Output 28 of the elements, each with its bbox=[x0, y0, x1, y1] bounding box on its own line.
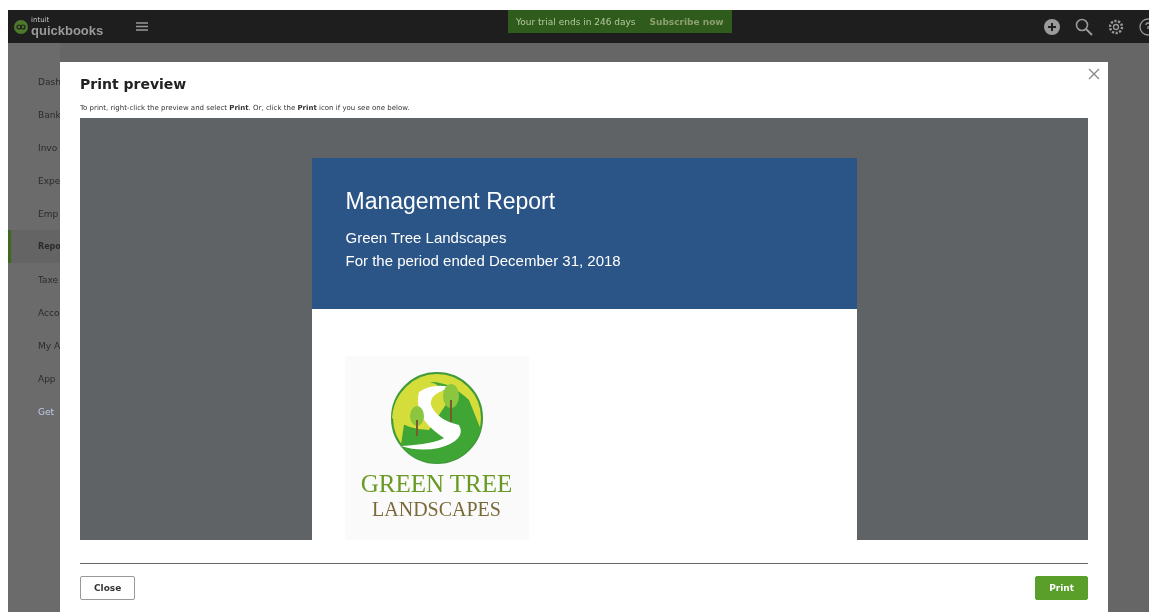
tree-landscape-icon bbox=[388, 370, 485, 466]
sidebar-item[interactable]: Dash bbox=[8, 65, 60, 98]
logo-text: GREEN TREE bbox=[360, 470, 513, 498]
logo-icon bbox=[14, 19, 28, 34]
sidebar-item[interactable]: Emp bbox=[8, 197, 60, 230]
sidebar-item[interactable]: Taxe bbox=[8, 263, 60, 296]
settings-icon[interactable] bbox=[1107, 17, 1125, 36]
sidebar-item[interactable]: Bank bbox=[8, 98, 60, 131]
menu-icon[interactable] bbox=[136, 22, 148, 31]
search-icon[interactable] bbox=[1075, 17, 1093, 36]
dialog-title: Print preview bbox=[80, 76, 188, 92]
brand-name: quickbooks bbox=[31, 23, 104, 37]
add-icon[interactable] bbox=[1043, 17, 1061, 36]
close-icon[interactable] bbox=[1086, 66, 1102, 82]
print-button[interactable]: Print bbox=[1035, 576, 1088, 600]
trial-text: Your trial ends in 246 days bbox=[516, 16, 636, 27]
subscribe-link[interactable]: Subscribe now bbox=[649, 16, 724, 27]
sidebar-item[interactable]: Repo bbox=[8, 230, 60, 263]
company-name: Green Tree Landscapes bbox=[345, 229, 508, 246]
sidebar-item[interactable]: App bbox=[8, 362, 60, 395]
sidebar-item[interactable]: Acco bbox=[8, 296, 60, 329]
report-period: For the period ended December 31, 2018 bbox=[345, 252, 622, 269]
close-button[interactable]: Close bbox=[80, 576, 136, 600]
sidebar-link[interactable]: Get bbox=[8, 395, 60, 428]
sidebar-item[interactable]: My A bbox=[8, 329, 60, 362]
report-title: Management Report bbox=[345, 188, 557, 215]
sidebar-item[interactable]: Expe bbox=[8, 164, 60, 197]
logo-subtitle: LANDSCAPES bbox=[372, 498, 501, 521]
